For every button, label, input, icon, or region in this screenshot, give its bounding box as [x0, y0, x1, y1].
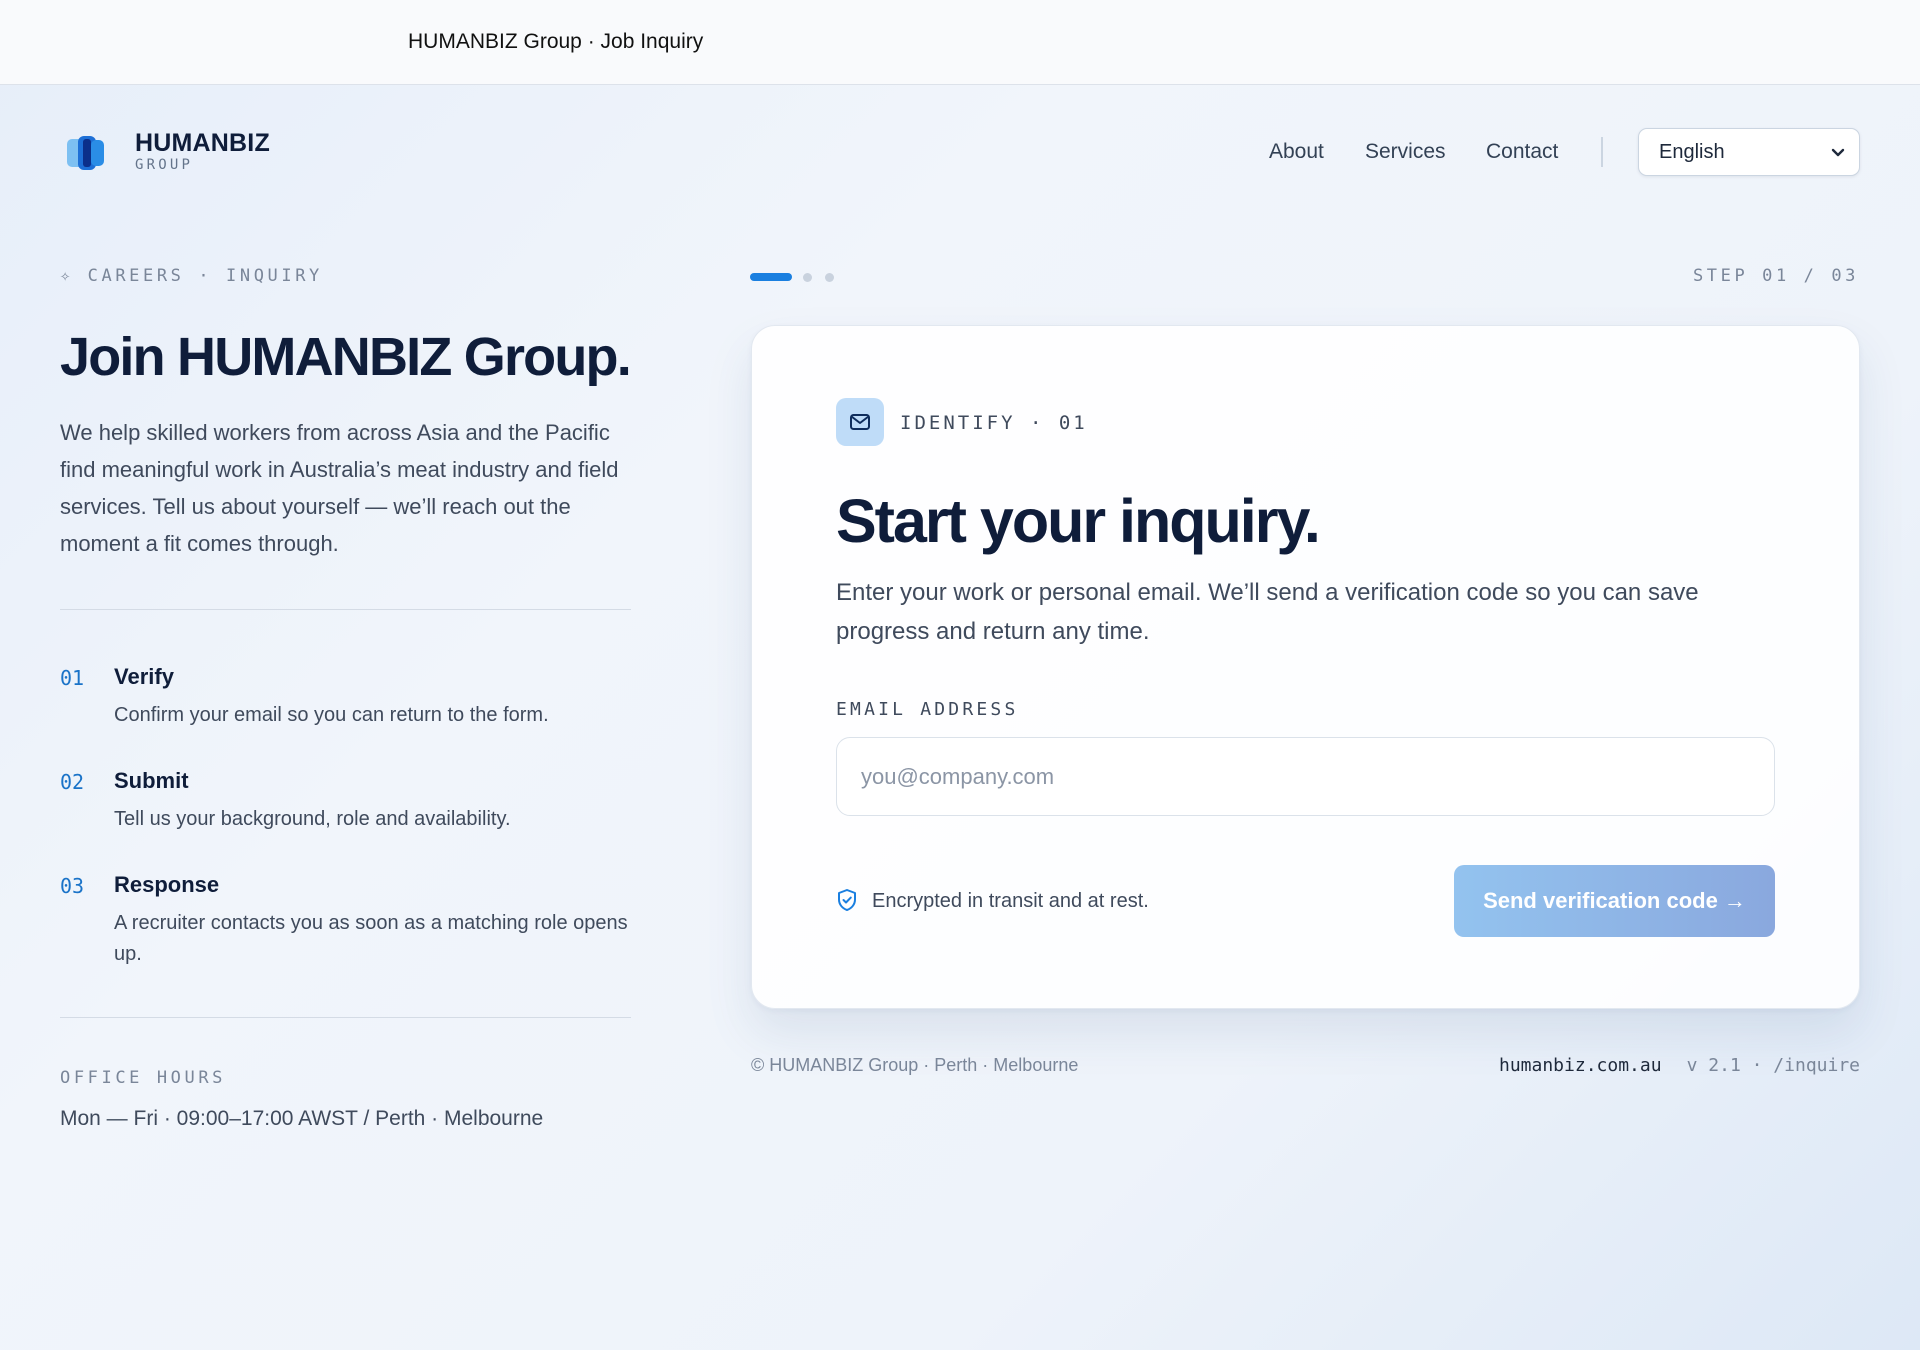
identify-label: IDENTIFY · 01	[900, 412, 1088, 434]
hero-description: We help skilled workers from across Asia…	[60, 420, 619, 556]
progress-dot-active	[750, 273, 792, 281]
language-select[interactable]: English	[1638, 128, 1860, 176]
humanbiz-logo-icon[interactable]	[64, 130, 110, 176]
window-title: HUMANBIZ Group · Job Inquiry	[408, 30, 704, 53]
step-number: 01	[60, 666, 85, 690]
site-header: HUMANBIZ GROUP About Services Contact En…	[0, 85, 1920, 220]
identify-badge	[836, 398, 884, 446]
section-divider	[60, 1017, 631, 1018]
brand-subtitle: GROUP	[135, 157, 194, 173]
shield-check-icon	[838, 889, 856, 911]
step-description: A recruiter contacts you as soon as a ma…	[114, 912, 628, 965]
nav-link-contact[interactable]: Contact	[1486, 140, 1558, 164]
email-field[interactable]	[836, 737, 1775, 816]
send-verification-code-button[interactable]: Send verification code →	[1454, 865, 1775, 937]
mail-icon	[850, 414, 870, 430]
brand-name: HUMANBIZ	[135, 129, 270, 157]
step-number: 02	[60, 770, 85, 794]
chevron-down-icon	[1831, 148, 1845, 157]
office-hours-label: OFFICE HOURS	[60, 1068, 227, 1088]
step-description: Tell us your background, role and availa…	[114, 808, 511, 830]
footer-domain-link[interactable]: humanbiz.com.au	[1499, 1055, 1662, 1076]
card-title: Start your inquiry.	[836, 487, 1321, 555]
step-title: Response	[114, 872, 220, 897]
eyebrow-label: ✧ CAREERS · INQUIRY	[60, 266, 323, 286]
nav-link-services[interactable]: Services	[1365, 140, 1446, 164]
hero-title: Join HUMANBIZ Group.	[60, 327, 632, 387]
step-number: 03	[60, 874, 85, 898]
email-field-label: EMAIL ADDRESS	[836, 699, 1019, 720]
window-title-bar: HUMANBIZ Group · Job Inquiry	[0, 0, 1920, 85]
progress-dot	[803, 273, 812, 282]
inquiry-card: IDENTIFY · 01 Start your inquiry. Enter …	[751, 325, 1860, 1009]
section-divider	[60, 609, 631, 610]
nav-link-about[interactable]: About	[1269, 140, 1324, 164]
step-description: Confirm your email so you can return to …	[114, 704, 549, 726]
card-description: Enter your work or personal email. We’ll…	[836, 579, 1699, 645]
office-hours-value: Mon — Fri · 09:00–17:00 AWST / Perth · M…	[60, 1107, 544, 1130]
step-title: Verify	[114, 664, 174, 689]
security-note: Encrypted in transit and at rest.	[872, 890, 1149, 912]
footer-copyright: © HUMANBIZ Group · Perth · Melbourne	[751, 1055, 1079, 1075]
progress-dot	[825, 273, 834, 282]
footer-version: v 2.1 · /inquire	[1686, 1055, 1860, 1076]
step-counter: STEP 01 / 03	[1692, 266, 1859, 286]
nav-divider	[1601, 137, 1603, 167]
step-title: Submit	[114, 768, 189, 793]
language-select-value: English	[1659, 141, 1725, 163]
